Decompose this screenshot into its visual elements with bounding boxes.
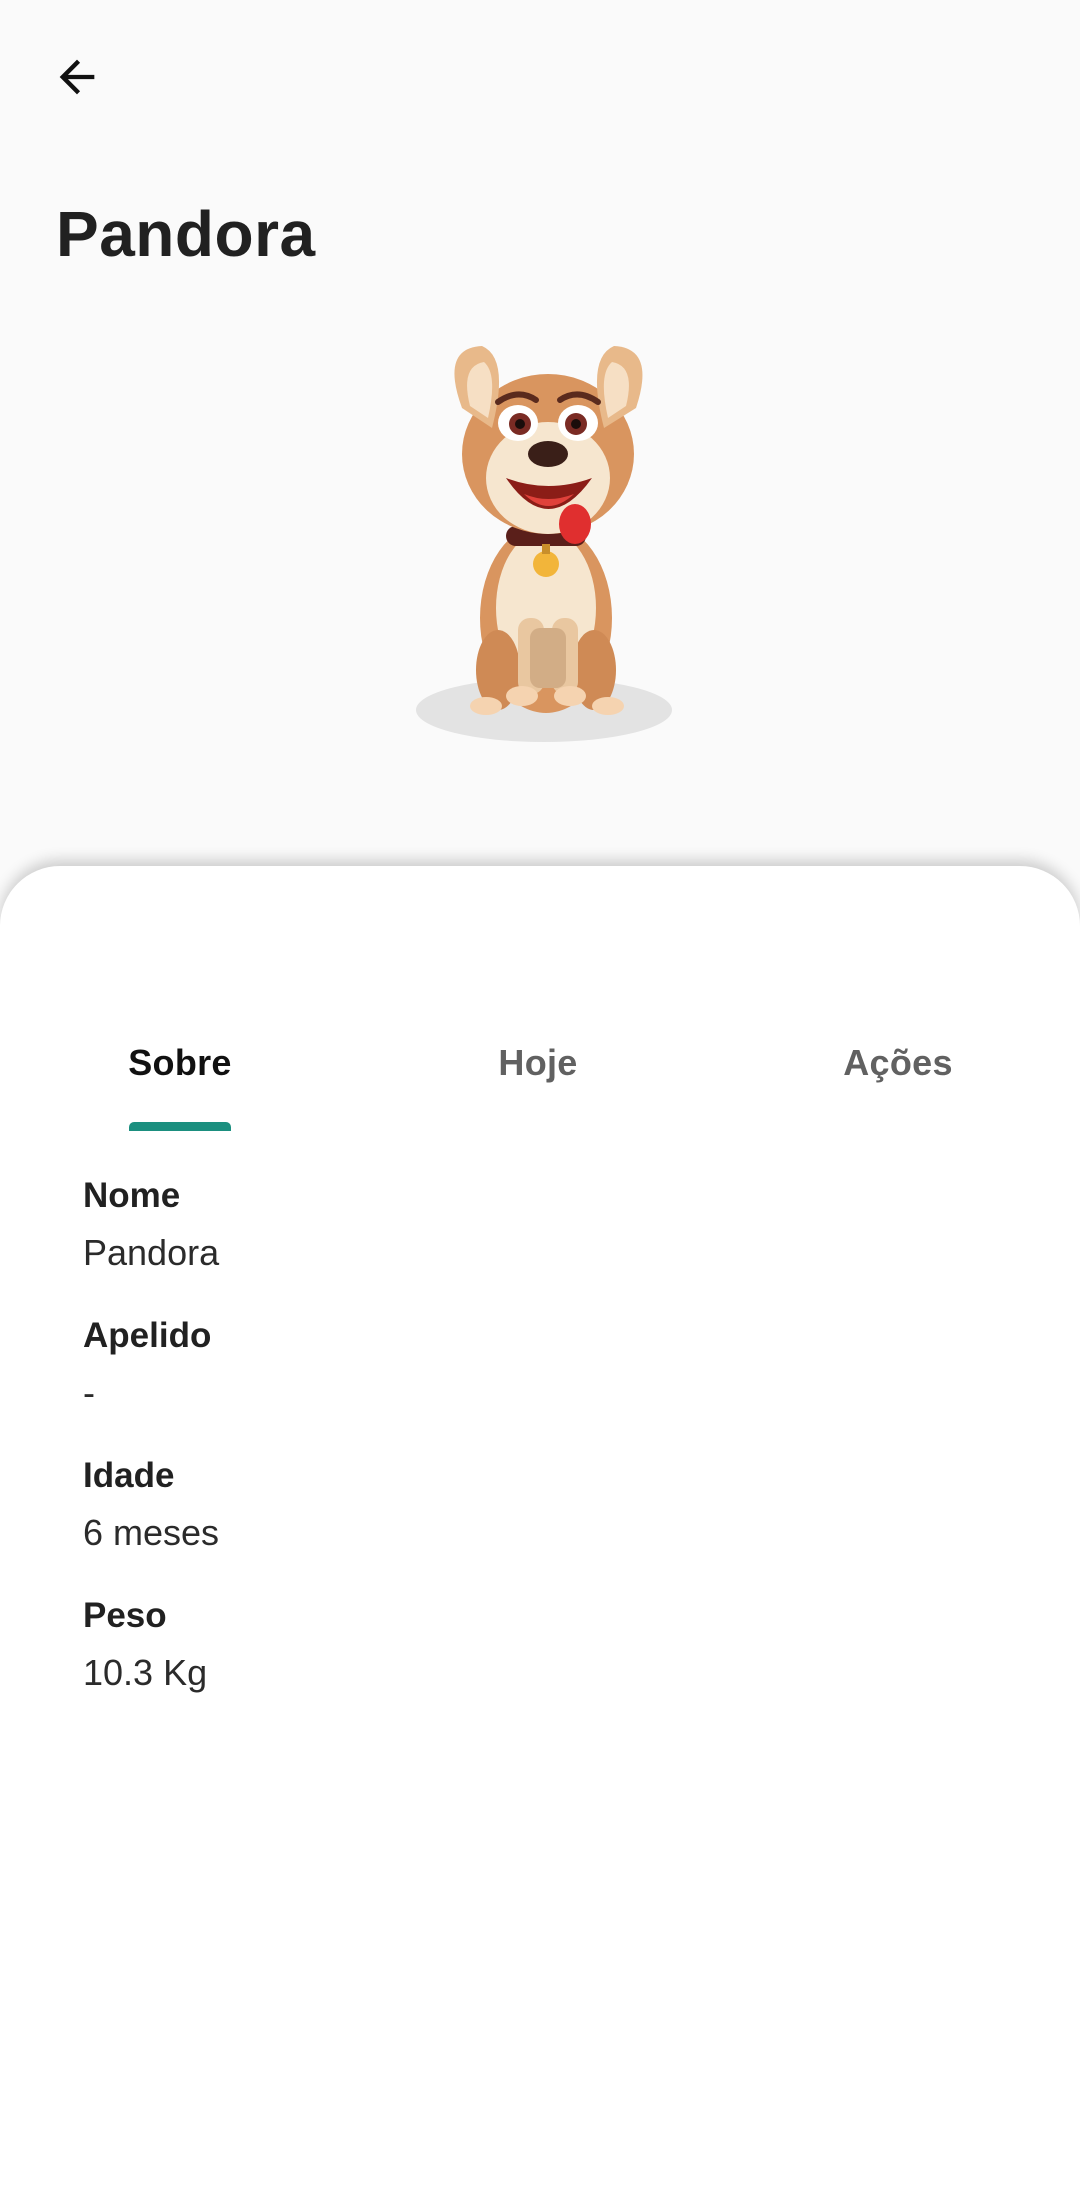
dog-illustration-icon [416, 346, 672, 742]
field-label: Nome [83, 1176, 181, 1215]
pet-image [370, 318, 710, 758]
active-tab-indicator [129, 1122, 231, 1131]
pet-info-list: Nome Pandora Apelido - Idade 6 meses Pes… [83, 1168, 983, 1728]
tab-label: Sobre [128, 1042, 232, 1083]
page-title: Pandora [56, 198, 316, 270]
pet-detail-screen: Pandora Sobre Hoje Ações Nome Pandora Ap… [0, 0, 1080, 2196]
tab-label: Ações [843, 1042, 953, 1083]
tab-label: Hoje [498, 1042, 578, 1083]
field-idade: Idade 6 meses [83, 1448, 983, 1562]
field-peso: Peso 10.3 Kg [83, 1588, 983, 1702]
back-button[interactable] [42, 42, 112, 112]
field-value: Pandora [83, 1232, 220, 1273]
field-label: Peso [83, 1596, 167, 1635]
field-value: 6 meses [83, 1512, 220, 1553]
field-apelido: Apelido - [83, 1308, 983, 1422]
arrow-left-icon [59, 59, 95, 95]
field-label: Idade [83, 1456, 175, 1495]
tab-acoes[interactable]: Ações [778, 1020, 1018, 1132]
field-nome: Nome Pandora [83, 1168, 983, 1282]
tab-bar: Sobre Hoje Ações [0, 1020, 1080, 1132]
tab-sobre[interactable]: Sobre [60, 1020, 300, 1132]
field-value: 10.3 Kg [83, 1652, 208, 1693]
field-value: - [83, 1372, 95, 1413]
tab-hoje[interactable]: Hoje [418, 1020, 658, 1132]
field-label: Apelido [83, 1316, 212, 1355]
